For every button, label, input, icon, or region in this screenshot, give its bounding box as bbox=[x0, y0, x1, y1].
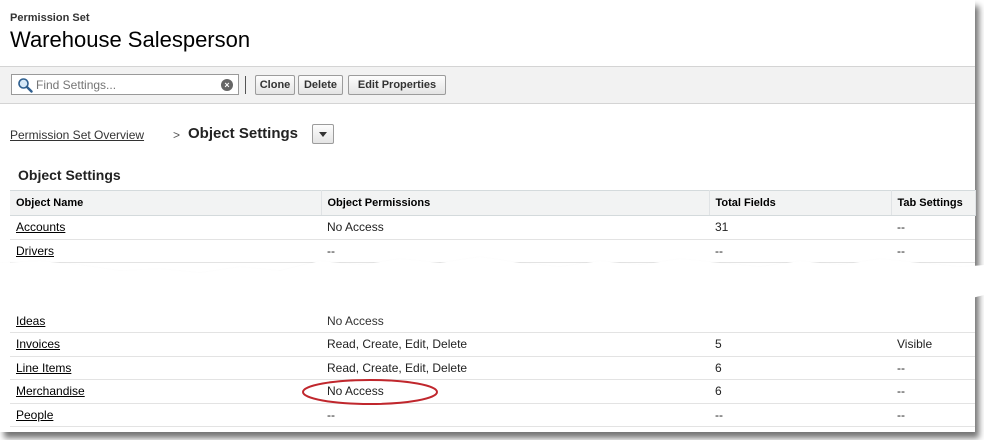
total-fields: 31 bbox=[709, 215, 891, 240]
object-link[interactable]: Invoices bbox=[16, 337, 60, 351]
chevron-down-icon bbox=[319, 132, 327, 137]
tab-settings: -- bbox=[891, 356, 975, 380]
tab-settings: -- bbox=[891, 403, 975, 427]
breadcrumb-overview-link[interactable]: Permission Set Overview bbox=[10, 128, 144, 142]
search-icon bbox=[18, 78, 33, 93]
object-permissions: Read, Create, Edit, Delete bbox=[321, 356, 709, 380]
table-header-row: Object Name Object Permissions Total Fie… bbox=[10, 190, 976, 216]
object-link[interactable]: Accounts bbox=[16, 220, 65, 234]
column-header[interactable]: Object Permissions bbox=[321, 190, 710, 216]
table-row: Accounts No Access 31 -- bbox=[10, 215, 975, 240]
toolbar: × Clone Delete Edit Properties bbox=[0, 66, 975, 104]
page-type-label: Permission Set bbox=[10, 12, 90, 24]
column-header[interactable]: Total Fields bbox=[709, 190, 892, 216]
search-box[interactable]: × bbox=[11, 74, 239, 95]
total-fields: 6 bbox=[709, 379, 891, 404]
column-header[interactable]: Tab Settings bbox=[891, 190, 976, 216]
delete-button[interactable]: Delete bbox=[298, 75, 343, 95]
torn-edge-divider bbox=[0, 257, 984, 307]
object-link[interactable]: Line Items bbox=[16, 361, 71, 375]
table-row: People -- -- -- bbox=[10, 403, 975, 427]
object-link[interactable]: Merchandise bbox=[16, 384, 85, 398]
highlight-oval bbox=[302, 379, 438, 405]
table-row: Invoices Read, Create, Edit, Delete 5 Vi… bbox=[10, 332, 975, 357]
object-link[interactable]: People bbox=[16, 408, 53, 422]
breadcrumb-current: Object Settings bbox=[188, 125, 299, 142]
clear-icon[interactable]: × bbox=[221, 79, 233, 91]
total-fields: 5 bbox=[709, 332, 891, 357]
tab-settings: Visible bbox=[891, 332, 975, 357]
table-row: Merchandise No Access 6 -- bbox=[10, 379, 975, 404]
table-row: Line Items Read, Create, Edit, Delete 6 … bbox=[10, 356, 975, 380]
total-fields: -- bbox=[709, 403, 891, 427]
section-title: Object Settings bbox=[18, 167, 121, 183]
tab-settings: -- bbox=[891, 215, 975, 240]
edit-properties-button[interactable]: Edit Properties bbox=[348, 75, 446, 95]
page-title: Warehouse Salesperson bbox=[10, 27, 251, 52]
search-input[interactable] bbox=[36, 76, 216, 93]
toolbar-divider bbox=[245, 76, 246, 94]
clone-button[interactable]: Clone bbox=[255, 75, 295, 95]
tab-settings: -- bbox=[891, 379, 975, 404]
breadcrumb-separator: > bbox=[173, 128, 181, 142]
object-permissions: Read, Create, Edit, Delete bbox=[321, 332, 709, 357]
total-fields: 6 bbox=[709, 356, 891, 380]
breadcrumb-dropdown-button[interactable] bbox=[312, 124, 334, 144]
permission-set-page: Permission Set Warehouse Salesperson × C… bbox=[0, 0, 976, 432]
object-permissions: No Access bbox=[321, 215, 709, 240]
column-header[interactable]: Object Name bbox=[10, 190, 322, 216]
